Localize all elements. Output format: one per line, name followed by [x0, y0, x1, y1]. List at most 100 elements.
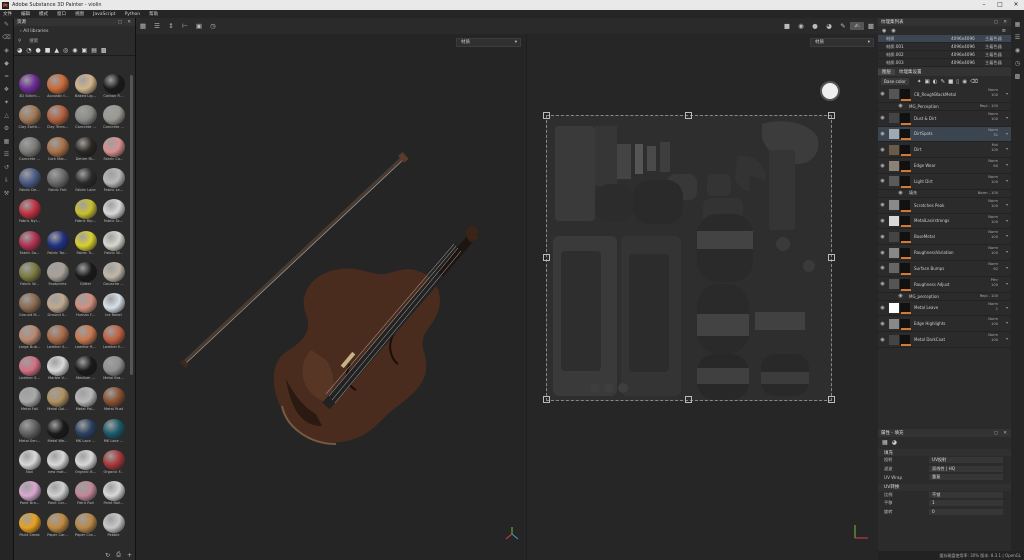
filter-brush-icon[interactable]: ●: [36, 47, 41, 54]
chevron-down-icon[interactable]: ▾: [1006, 233, 1008, 238]
menu-edit[interactable]: 编辑: [21, 11, 30, 17]
layer-blend[interactable]: Norm 100: [988, 88, 998, 98]
display-icon[interactable]: ▩: [1011, 70, 1024, 83]
visibility-icon[interactable]: ◉: [878, 91, 887, 97]
viewport-2d-dropdown[interactable]: 材质 ▾: [810, 38, 874, 47]
asset-search[interactable]: ⚲ 搜索: [14, 36, 135, 46]
material-thumbnail[interactable]: Baked Lig...: [72, 73, 99, 99]
refresh-icon[interactable]: ↻: [105, 552, 110, 559]
layer-blend[interactable]: Pthr 100: [991, 278, 998, 288]
visibility-icon[interactable]: ◉: [882, 28, 886, 34]
material-thumbnail[interactable]: Metal Foil: [16, 386, 43, 412]
menu-mode[interactable]: 模式: [39, 11, 48, 17]
material-thumbnail[interactable]: Ground M...: [16, 292, 43, 318]
material-thumbnail[interactable]: Ground S...: [44, 292, 71, 318]
uv-handle-br[interactable]: [828, 396, 835, 403]
uv-handle-tm[interactable]: [685, 112, 692, 119]
material-thumbnail[interactable]: Concrete ...: [72, 104, 99, 130]
texture-set-row[interactable]: 材质 4096x4096 主着色器: [878, 35, 1011, 43]
chevron-down-icon[interactable]: ▾: [1006, 162, 1008, 167]
material-thumbnail[interactable]: Paint Bra...: [16, 480, 43, 506]
filter-filter-icon[interactable]: ▤: [91, 47, 97, 54]
float-icon[interactable]: ▢: [118, 20, 122, 25]
link-icon[interactable]: ◉: [891, 28, 895, 34]
viewport-2d[interactable]: 材质 ▾: [527, 34, 878, 560]
delete-layer-icon[interactable]: ⌫: [970, 79, 978, 85]
close-icon[interactable]: ✕: [1008, 0, 1024, 10]
chevron-down-icon[interactable]: ▾: [1006, 249, 1008, 254]
menu-view[interactable]: 视图: [75, 11, 84, 17]
visibility-icon[interactable]: ◉: [878, 131, 887, 137]
material-thumbnail[interactable]: Fabric Felt: [44, 167, 71, 193]
uv-transform-section[interactable]: UV转换: [878, 483, 1011, 491]
chevron-down-icon[interactable]: ▾: [1006, 305, 1008, 310]
material-thumbnail[interactable]: Human F...: [72, 292, 99, 318]
material-thumbnail[interactable]: MK Lace ...: [100, 418, 127, 444]
material-thumbnail[interactable]: Carbon Fi...: [100, 73, 127, 99]
filter-environment-icon[interactable]: ◉: [72, 47, 77, 54]
material-thumbnail[interactable]: Fabric De...: [16, 167, 43, 193]
maximize-icon[interactable]: □: [992, 0, 1008, 10]
close-panel-icon[interactable]: ✕: [1003, 431, 1007, 436]
visibility-icon[interactable]: ◉: [878, 265, 887, 271]
material-thumbnail[interactable]: Footprints: [44, 261, 71, 287]
projection-icon[interactable]: ◈: [0, 44, 13, 57]
prop-value[interactable]: UV投射: [929, 457, 1003, 464]
chevron-down-icon[interactable]: ▾: [1006, 131, 1008, 136]
menu-help[interactable]: 帮助: [149, 11, 158, 17]
layer-effect-row[interactable]: ◉ MG_Perception Repl - 100: [878, 103, 1011, 111]
viewport-3d-dropdown[interactable]: 材质 ▾: [456, 38, 521, 47]
layer-panel-icon[interactable]: ☰: [1011, 31, 1024, 44]
fill-properties-icon[interactable]: ▦: [882, 439, 888, 446]
material-thumbnail[interactable]: Paint Smea: [16, 512, 43, 538]
menu-file[interactable]: 文件: [3, 11, 12, 17]
add-smart-mask-icon[interactable]: ◐: [933, 79, 938, 85]
import-icon[interactable]: ⎙: [116, 551, 121, 559]
layer-blend[interactable]: Norm 62: [988, 262, 998, 272]
layer-blend[interactable]: Norm 100: [988, 199, 998, 209]
material-thumbnail[interactable]: Metal We...: [44, 418, 71, 444]
material-thumbnail[interactable]: Leather S...: [16, 355, 43, 381]
material-thumbnail[interactable]: Leather E...: [100, 324, 127, 350]
material-thumbnail[interactable]: Fabric Tar...: [44, 230, 71, 256]
visibility-icon[interactable]: ◉: [878, 250, 887, 256]
material-thumbnail[interactable]: Metal Gol...: [44, 386, 71, 412]
visibility-icon[interactable]: ◉: [896, 190, 905, 196]
add-folder-icon[interactable]: ▯: [956, 79, 959, 85]
filter-materials-icon[interactable]: ◕: [17, 47, 22, 54]
visibility-icon[interactable]: ◉: [878, 147, 887, 153]
material-thumbnail[interactable]: Metal Rust: [100, 386, 127, 412]
layer-row[interactable]: ◉ Roughness Adjust Pthr 100 ▾: [878, 277, 1011, 293]
visibility-icon[interactable]: ◉: [878, 178, 887, 184]
material-thumbnail[interactable]: 3D Stitchi...: [16, 73, 43, 99]
visibility-icon[interactable]: ◉: [896, 103, 905, 109]
material-thumbnail[interactable]: Metal Sen...: [16, 418, 43, 444]
display-settings-icon[interactable]: ◕: [822, 22, 836, 30]
assets-scrollbar[interactable]: [130, 75, 133, 375]
viewport-3d[interactable]: 材质 ▾: [136, 34, 526, 560]
uv-handle-tl[interactable]: [543, 112, 550, 119]
layer-row[interactable]: ◉ RoughnessVariation Norm 100 ▾: [878, 245, 1011, 261]
chevron-down-icon[interactable]: ▾: [1006, 178, 1008, 183]
layer-effect-row[interactable]: ◉ 填充 Norm - 100: [878, 190, 1011, 198]
chevron-down-icon[interactable]: ▾: [1006, 281, 1008, 286]
layer-blend[interactable]: Norm 100: [988, 246, 998, 256]
uv-handle-bm[interactable]: [685, 396, 692, 403]
menu-window[interactable]: 窗口: [57, 11, 66, 17]
assets-icon[interactable]: ▦: [0, 135, 13, 148]
frame-icon[interactable]: ▣: [192, 22, 206, 30]
visibility-icon[interactable]: ◉: [878, 163, 887, 169]
layer-row[interactable]: ◉ DirtSpots Norm 31 ▾: [878, 126, 1011, 143]
visibility-icon[interactable]: ◉: [878, 115, 887, 121]
material-thumbnail[interactable]: Fabric Co...: [100, 136, 127, 162]
tab-layers[interactable]: 图层: [878, 68, 895, 75]
texture-set-shader[interactable]: 主着色器: [985, 52, 1011, 58]
material-properties-icon[interactable]: ◕: [892, 439, 897, 446]
uv-handle-ml[interactable]: [543, 254, 550, 261]
material-thumbnail[interactable]: Organic F...: [100, 449, 127, 475]
chevron-down-icon[interactable]: ▾: [1006, 320, 1008, 325]
layer-row[interactable]: ◉ Dirt Mul 100 ▾: [878, 142, 1011, 159]
material-thumbnail[interactable]: Paint Roll: [72, 480, 99, 506]
eraser-icon[interactable]: ⌫: [0, 31, 13, 44]
filter-generator-icon[interactable]: ▩: [101, 47, 107, 54]
